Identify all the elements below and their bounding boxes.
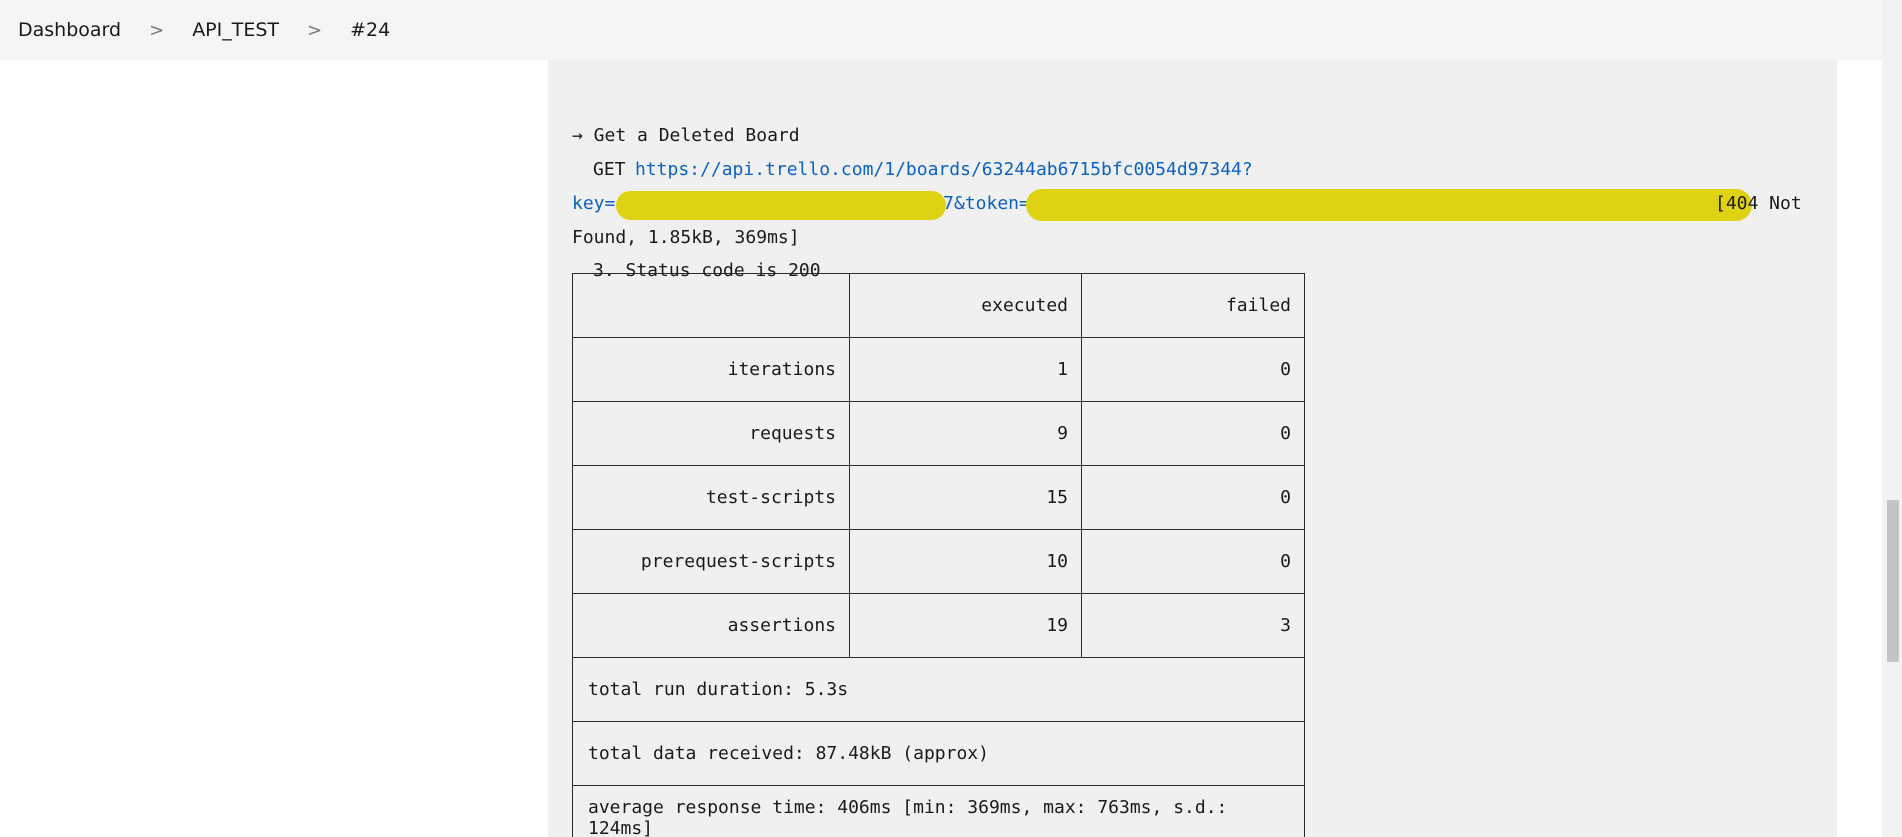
row-executed: 15 [849, 465, 1082, 530]
row-executed: 19 [849, 593, 1082, 658]
table-row: test-scripts 15 0 [572, 465, 1305, 530]
scrollbar-thumb[interactable] [1887, 500, 1899, 662]
total-run-duration: total run duration: 5.3s [572, 657, 1305, 722]
row-executed: 9 [849, 401, 1082, 466]
average-response-time: average response time: 406ms [min: 369ms… [572, 785, 1305, 837]
breadcrumb-dashboard[interactable]: Dashboard [18, 19, 121, 41]
row-label: assertions [572, 593, 850, 658]
table-row: prerequest-scripts 10 0 [572, 529, 1305, 594]
url-key-tail[interactable]: 7 [943, 187, 954, 220]
url-key-label[interactable]: key= [572, 187, 615, 220]
url-token-label[interactable]: &token= [954, 187, 1030, 220]
row-failed: 0 [1081, 401, 1305, 466]
table-row: assertions 19 3 [572, 593, 1305, 658]
summary-table: executed failed iterations 1 0 requests … [572, 273, 1305, 837]
row-failed: 0 [1081, 337, 1305, 402]
response-status: [404 Not [1715, 193, 1802, 214]
table-row: total run duration: 5.3s [572, 657, 1305, 722]
row-label: test-scripts [572, 465, 850, 530]
row-failed: 0 [1081, 465, 1305, 530]
breadcrumb: Dashboard > API_TEST > #24 [0, 0, 1882, 60]
redacted-token [1026, 189, 1752, 221]
breadcrumb-build[interactable]: #24 [350, 19, 390, 41]
row-label: prerequest-scripts [572, 529, 850, 594]
table-row: average response time: 406ms [min: 369ms… [572, 785, 1305, 837]
redacted-api-key [616, 191, 946, 220]
table-row: total data received: 87.48kB (approx) [572, 721, 1305, 786]
console-output: → Get a Deleted Board GET https://api.tr… [548, 60, 1837, 837]
chevron-right-icon: > [149, 19, 165, 41]
total-data-received: total data received: 87.48kB (approx) [572, 721, 1305, 786]
table-header-row: executed failed [572, 273, 1305, 338]
row-executed: 1 [849, 337, 1082, 402]
request-url-link[interactable]: https://api.trello.com/1/boards/63244ab6… [635, 153, 1253, 186]
request-method: GET [593, 159, 626, 180]
vertical-scrollbar[interactable] [1882, 0, 1902, 837]
row-failed: 0 [1081, 529, 1305, 594]
row-label: requests [572, 401, 850, 466]
table-header-cell: executed [849, 273, 1082, 338]
row-executed: 10 [849, 529, 1082, 594]
request-title: → Get a Deleted Board [572, 125, 800, 146]
response-status-cont: Found, 1.85kB, 369ms] [572, 227, 800, 248]
row-label: iterations [572, 337, 850, 402]
row-failed: 3 [1081, 593, 1305, 658]
table-row: requests 9 0 [572, 401, 1305, 466]
chevron-right-icon: > [307, 19, 323, 41]
table-header-cell: failed [1081, 273, 1305, 338]
table-header-cell [572, 273, 850, 338]
breadcrumb-job[interactable]: API_TEST [192, 19, 279, 41]
table-row: iterations 1 0 [572, 337, 1305, 402]
